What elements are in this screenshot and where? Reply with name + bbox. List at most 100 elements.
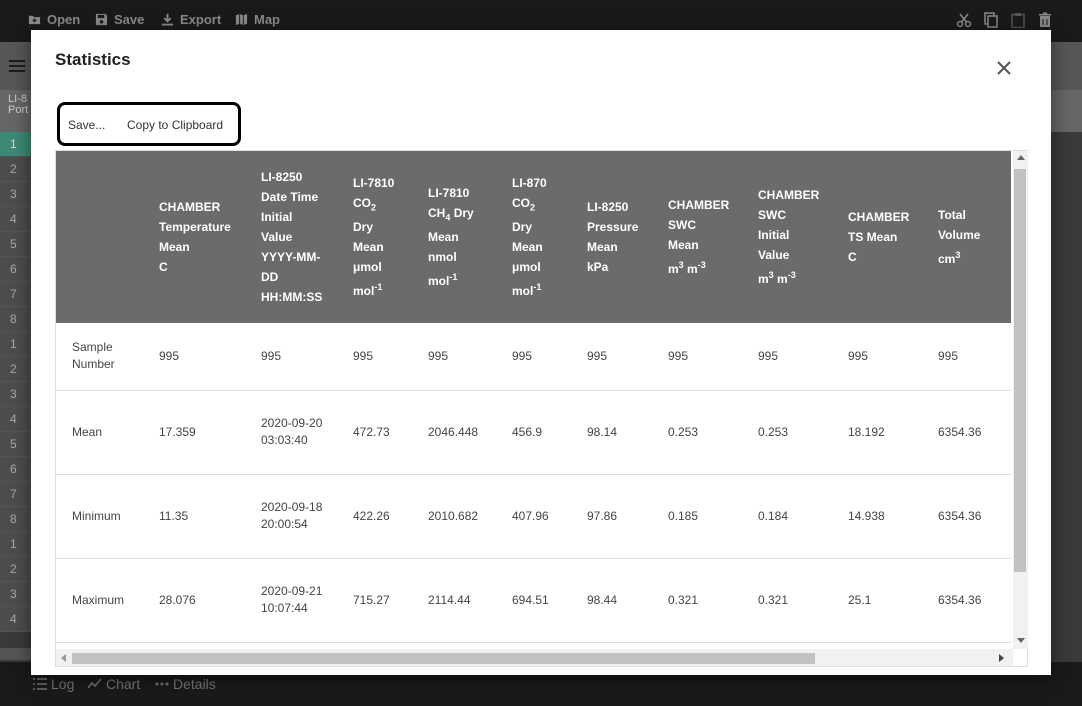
row-number[interactable]: 4 xyxy=(0,407,31,432)
row-number[interactable]: 3 xyxy=(0,182,31,207)
copy-icon[interactable] xyxy=(983,12,999,28)
save-toolbar-button[interactable]: Save xyxy=(95,12,144,27)
column-header-line: C xyxy=(159,260,168,274)
close-icon[interactable] xyxy=(994,58,1014,78)
column-header-line: Date Time xyxy=(261,190,319,204)
list-icon xyxy=(33,678,47,690)
table-cell: 995 xyxy=(758,323,848,391)
column-header-line: Initial xyxy=(261,210,293,224)
scissors-icon[interactable] xyxy=(956,12,972,28)
column-header-line: Value xyxy=(758,248,790,262)
row-number[interactable]: 1 xyxy=(0,132,31,157)
row-label: Mean xyxy=(56,390,159,475)
table-cell: 995 xyxy=(353,323,428,391)
row-number[interactable]: 4 xyxy=(0,607,31,632)
side-head-line2: Port xyxy=(8,104,29,116)
row-number[interactable]: 6 xyxy=(0,457,31,482)
column-header: Total Volume cm3 xyxy=(938,151,1011,323)
column-header-line: LI-870 xyxy=(512,175,547,190)
table-cell: 11.35 xyxy=(159,474,261,559)
folder-plus-icon xyxy=(28,15,41,25)
column-header-line: Mean xyxy=(428,230,459,245)
row-number[interactable]: 8 xyxy=(0,307,31,332)
scroll-down-arrow-icon[interactable] xyxy=(1017,638,1025,643)
column-header-line: CHAMBER xyxy=(758,188,820,202)
column-header-line: cm3 xyxy=(938,250,961,266)
tab-details[interactable]: Details xyxy=(155,676,216,692)
save-toolbar-label: Save xyxy=(114,12,145,27)
tab-chart[interactable]: Chart xyxy=(88,676,140,692)
column-header-line: Mean xyxy=(159,240,190,254)
background-scrollbar xyxy=(0,648,31,660)
table-cell: 97.86 xyxy=(587,474,668,559)
horizontal-scroll-thumb[interactable] xyxy=(72,653,815,664)
row-number[interactable]: 5 xyxy=(0,432,31,457)
table-cell: 995 xyxy=(587,323,668,391)
column-header-line: LI-8250 xyxy=(261,170,303,184)
scroll-left-arrow-icon[interactable] xyxy=(61,654,66,662)
table-cell: 0.321 xyxy=(758,558,848,643)
floppy-disk-icon xyxy=(95,13,108,26)
table-cell: 2010.682 xyxy=(428,474,512,559)
row-number[interactable]: 5 xyxy=(0,232,31,257)
column-header-line: Dry xyxy=(353,220,374,235)
column-header-line: SWC xyxy=(668,218,696,232)
row-number[interactable]: 4 xyxy=(0,207,31,232)
column-header-line: YYYY-MM- xyxy=(261,250,321,264)
row-number[interactable]: 8 xyxy=(0,507,31,532)
row-number[interactable]: 1 xyxy=(0,332,31,357)
export-button[interactable]: Export xyxy=(161,12,221,27)
column-header-line: CHAMBER xyxy=(668,198,730,212)
vertical-scroll-thumb[interactable] xyxy=(1014,169,1026,572)
tab-log[interactable]: Log xyxy=(33,676,74,692)
table-row: Mean 17.359 2020-09-20 03:03:40 472.73 2046.… xyxy=(56,390,1011,475)
scroll-up-arrow-icon[interactable] xyxy=(1017,155,1025,160)
column-header-line: nmol xyxy=(428,250,457,265)
row-number[interactable]: 1 xyxy=(0,532,31,557)
column-header-line: HH:MM:SS xyxy=(261,290,323,304)
row-number[interactable]: 2 xyxy=(0,357,31,382)
column-header: LI-7810 CO2 Dry Mean μmol mol-1 xyxy=(353,151,428,323)
export-label: Export xyxy=(180,12,222,27)
row-number[interactable]: 7 xyxy=(0,282,31,307)
table-cell: 2020-09-18 20:00:54 xyxy=(261,474,353,559)
column-header-line: CHAMBER xyxy=(159,200,221,214)
clipboard-icon[interactable] xyxy=(1010,12,1026,28)
open-button[interactable]: Open xyxy=(28,12,80,27)
delete-icon[interactable] xyxy=(1037,12,1053,28)
column-header-line: Mean xyxy=(587,240,618,254)
column-header-line: CHAMBER xyxy=(848,210,910,224)
table-cell: 995 xyxy=(261,323,353,391)
table-cell: 14.938 xyxy=(848,474,938,559)
dialog-title: Statistics xyxy=(55,50,131,69)
open-label: Open xyxy=(47,12,81,27)
save-button[interactable]: Save... xyxy=(68,118,105,132)
scroll-right-arrow-icon[interactable] xyxy=(999,654,1004,662)
map-icon xyxy=(235,13,248,26)
table-cell: 995 xyxy=(668,323,758,391)
table-cell: 995 xyxy=(938,323,1011,391)
row-number[interactable]: 3 xyxy=(0,382,31,407)
row-number[interactable]: 6 xyxy=(0,257,31,282)
column-header-line: LI-7810 xyxy=(353,175,395,190)
hamburger-menu-icon[interactable] xyxy=(9,60,25,72)
row-number[interactable]: 7 xyxy=(0,482,31,507)
statistics-table-container[interactable]: CHAMBER Temperature Mean C LI-8250 Date Time I… xyxy=(55,150,1028,667)
row-number[interactable]: 2 xyxy=(0,157,31,182)
column-header-line: C xyxy=(848,250,857,264)
copy-to-clipboard-button[interactable]: Copy to Clipboard xyxy=(127,118,223,132)
row-number[interactable]: 3 xyxy=(0,582,31,607)
row-number-column: 12345678123456781234 xyxy=(0,132,31,632)
right-header-band xyxy=(1051,90,1082,132)
map-button[interactable]: Map xyxy=(235,12,280,27)
column-header-line: Mean xyxy=(353,240,384,255)
column-header-line: mol-1 xyxy=(353,282,383,299)
row-number[interactable]: 2 xyxy=(0,557,31,582)
column-header-line: μmol xyxy=(353,260,382,275)
row-label: Maximum xyxy=(56,558,159,643)
table-row: Minimum 11.35 2020-09-18 20:00:54 422.26 201… xyxy=(56,474,1011,559)
table-cell: 407.96 xyxy=(512,474,587,559)
ellipsis-icon xyxy=(155,682,169,686)
column-header-line: m3 m-3 xyxy=(758,270,796,286)
table-cell: 2020-09-20 03:03:40 xyxy=(261,390,353,475)
